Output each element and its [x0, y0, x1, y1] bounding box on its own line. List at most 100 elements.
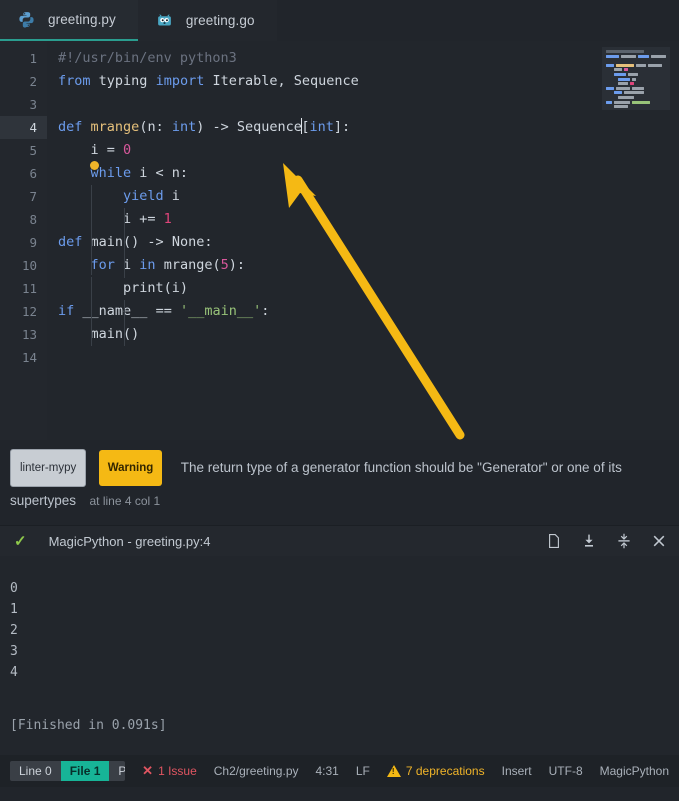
status-insert-mode[interactable]: Insert	[502, 764, 532, 778]
status-deprecations[interactable]: 7 deprecations	[387, 764, 485, 778]
minimap-line	[606, 101, 666, 104]
line-number: 1	[0, 47, 47, 70]
status-line-ending[interactable]: LF	[356, 764, 370, 778]
code-token: Iterable, Sequence	[213, 73, 359, 89]
code-token: int	[172, 119, 196, 135]
build-panel-tools	[546, 533, 667, 549]
minimap-line	[606, 50, 666, 53]
code-line: main()	[47, 323, 679, 346]
line-number: 7	[0, 185, 47, 208]
line-number: 2	[0, 70, 47, 93]
minimap-segment	[614, 68, 622, 71]
build-panel-title: MagicPython - greeting.py:4	[49, 534, 211, 549]
editor-area[interactable]: 1234567891011121314 #!/usr/bin/env pytho…	[0, 41, 679, 440]
linter-message-row-1: linter-mypy Warning The return type of a…	[10, 449, 669, 487]
code-token: int	[310, 119, 334, 135]
linter-message-row-2: supertypes at line 4 col 1	[10, 487, 669, 515]
linter-message-text-cont: supertypes	[10, 493, 76, 508]
status-issues[interactable]: ✕ 1 Issue	[142, 763, 197, 779]
gopher-icon	[156, 12, 173, 29]
line-number: 10	[0, 254, 47, 277]
code-line: yield i	[47, 185, 679, 208]
minimap-segment	[651, 55, 666, 58]
tab-greeting-py[interactable]: greeting.py	[0, 0, 138, 41]
status-line-count[interactable]: Line 0	[10, 761, 61, 781]
code-line: from typing import Iterable, Sequence	[47, 70, 679, 93]
tab-bar: greeting.py greeting.go	[0, 0, 679, 41]
code-token: (n:	[139, 119, 172, 135]
console-output-line: 2	[10, 620, 679, 641]
status-file-count[interactable]: File 1	[61, 761, 110, 781]
code-token: main()	[58, 326, 139, 342]
tab-greeting-go[interactable]: greeting.go	[138, 0, 277, 41]
code-token: 1	[164, 211, 172, 227]
minimap-segment	[606, 50, 644, 53]
code-line: #!/usr/bin/env python3	[47, 47, 679, 70]
minimap-segment	[606, 55, 619, 58]
status-file-path[interactable]: Ch2/greeting.py	[214, 764, 299, 778]
code-token: :	[261, 303, 269, 319]
code-token: ):	[229, 257, 245, 273]
minimap-segment	[618, 78, 630, 81]
code-token: ]:	[334, 119, 350, 135]
status-issues-label: 1 Issue	[158, 764, 197, 778]
code-token: (i)	[164, 280, 188, 296]
minimap-line	[606, 59, 666, 62]
minimap-segment	[632, 101, 650, 104]
code-token: import	[156, 73, 205, 89]
minimap-line	[606, 73, 666, 76]
console-output-line: 3	[10, 641, 679, 662]
download-icon[interactable]	[581, 533, 597, 549]
minimap-segment	[614, 91, 622, 94]
status-project-count[interactable]: Project 1	[109, 761, 125, 781]
code-token	[58, 165, 91, 181]
code-line: i = 0	[47, 139, 679, 162]
page-icon[interactable]	[546, 533, 562, 549]
minimap-segment	[614, 101, 630, 104]
minimap-segment	[606, 101, 612, 104]
build-output-console[interactable]: 01234[Finished in 0.091s]	[0, 556, 679, 755]
code-token: def	[58, 234, 82, 250]
close-icon[interactable]	[651, 533, 667, 549]
status-syntax-mode[interactable]: MagicPython	[600, 764, 669, 778]
indent-guide	[124, 300, 125, 346]
code-content[interactable]: #!/usr/bin/env python3from typing import…	[47, 41, 679, 440]
line-number: 5	[0, 139, 47, 162]
code-token: ) ->	[196, 119, 237, 135]
minimap-segment	[624, 91, 644, 94]
collapse-icon[interactable]	[616, 533, 632, 549]
build-finished-message: [Finished in 0.091s]	[10, 718, 167, 733]
minimap[interactable]	[602, 47, 670, 110]
code-token: Sequence	[237, 119, 302, 135]
line-number: 9	[0, 231, 47, 254]
editor-window: greeting.py greeting.go 1234567891011121…	[0, 0, 679, 801]
code-token: for	[91, 257, 115, 273]
minimap-line	[606, 64, 666, 67]
console-output-line: 0	[10, 578, 679, 599]
minimap-line	[606, 78, 666, 81]
status-encoding[interactable]: UTF-8	[549, 764, 583, 778]
code-token: main	[91, 234, 124, 250]
code-token: i =	[58, 142, 123, 158]
minimap-segment	[648, 64, 662, 67]
minimap-segment	[632, 78, 636, 81]
code-token	[204, 73, 212, 89]
minimap-segment	[606, 105, 612, 108]
console-output-line: 1	[10, 599, 679, 620]
minimap-line	[606, 82, 666, 85]
status-cursor-position[interactable]: 4:31	[316, 764, 339, 778]
line-number: 14	[0, 346, 47, 369]
minimap-segment	[606, 78, 616, 81]
code-token: mrange(	[156, 257, 221, 273]
code-token	[82, 119, 90, 135]
code-token: '__main__'	[180, 303, 261, 319]
code-token	[58, 257, 91, 273]
linter-severity-badge: Warning	[99, 450, 163, 486]
linter-location: at line 4 col 1	[90, 494, 161, 508]
linter-message-text: The return type of a generator function …	[181, 460, 622, 475]
tab-bar-empty-space	[277, 0, 679, 41]
minimap-segment	[636, 64, 646, 67]
code-token	[91, 73, 99, 89]
code-line	[47, 93, 679, 116]
indent-guide	[91, 185, 92, 275]
